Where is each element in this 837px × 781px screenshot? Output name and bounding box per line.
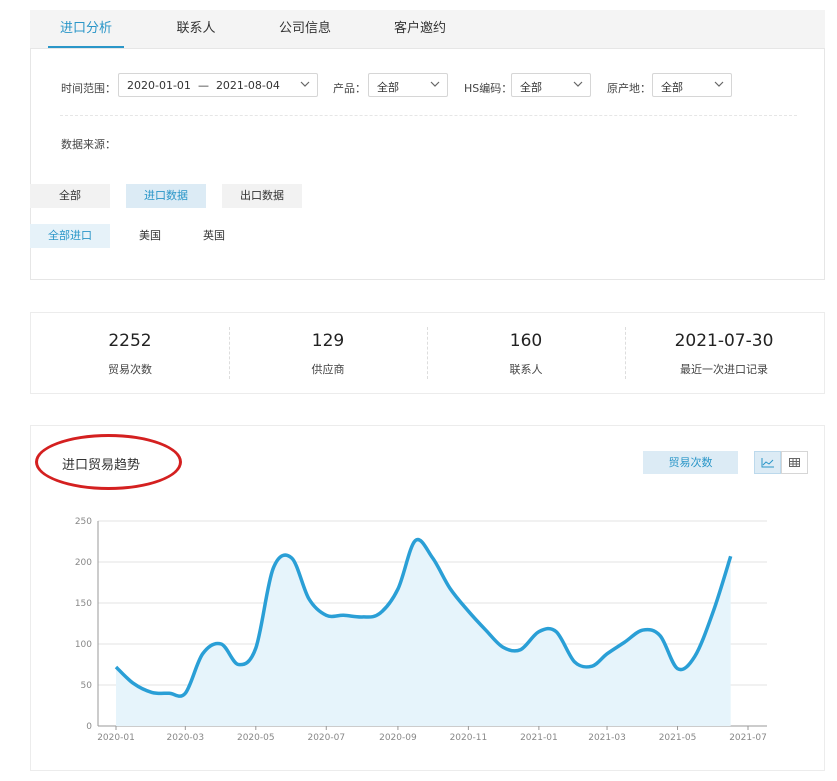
x-tick-label: 2020-05 [237, 733, 275, 743]
y-tick-label: 0 [86, 722, 92, 732]
x-tick-label: 2020-11 [450, 733, 488, 743]
x-tick-label: 2021-07 [729, 733, 767, 743]
y-tick-label: 50 [81, 681, 93, 691]
x-tick-label: 2020-09 [379, 733, 417, 743]
y-tick-label: 250 [75, 517, 92, 527]
x-tick-label: 2020-07 [307, 733, 345, 743]
x-tick-label: 2021-05 [659, 733, 697, 743]
y-tick-label: 200 [75, 558, 92, 568]
x-tick-label: 2020-03 [167, 733, 205, 743]
x-tick-label: 2020-01 [97, 733, 135, 743]
y-tick-label: 100 [75, 640, 92, 650]
x-tick-label: 2021-03 [588, 733, 626, 743]
x-tick-label: 2021-01 [520, 733, 558, 743]
trend-chart: 0 50 100 150 200 250 2020-01 2020-03 2020-05 2020… [75, 517, 767, 743]
y-tick-label: 150 [75, 599, 92, 609]
